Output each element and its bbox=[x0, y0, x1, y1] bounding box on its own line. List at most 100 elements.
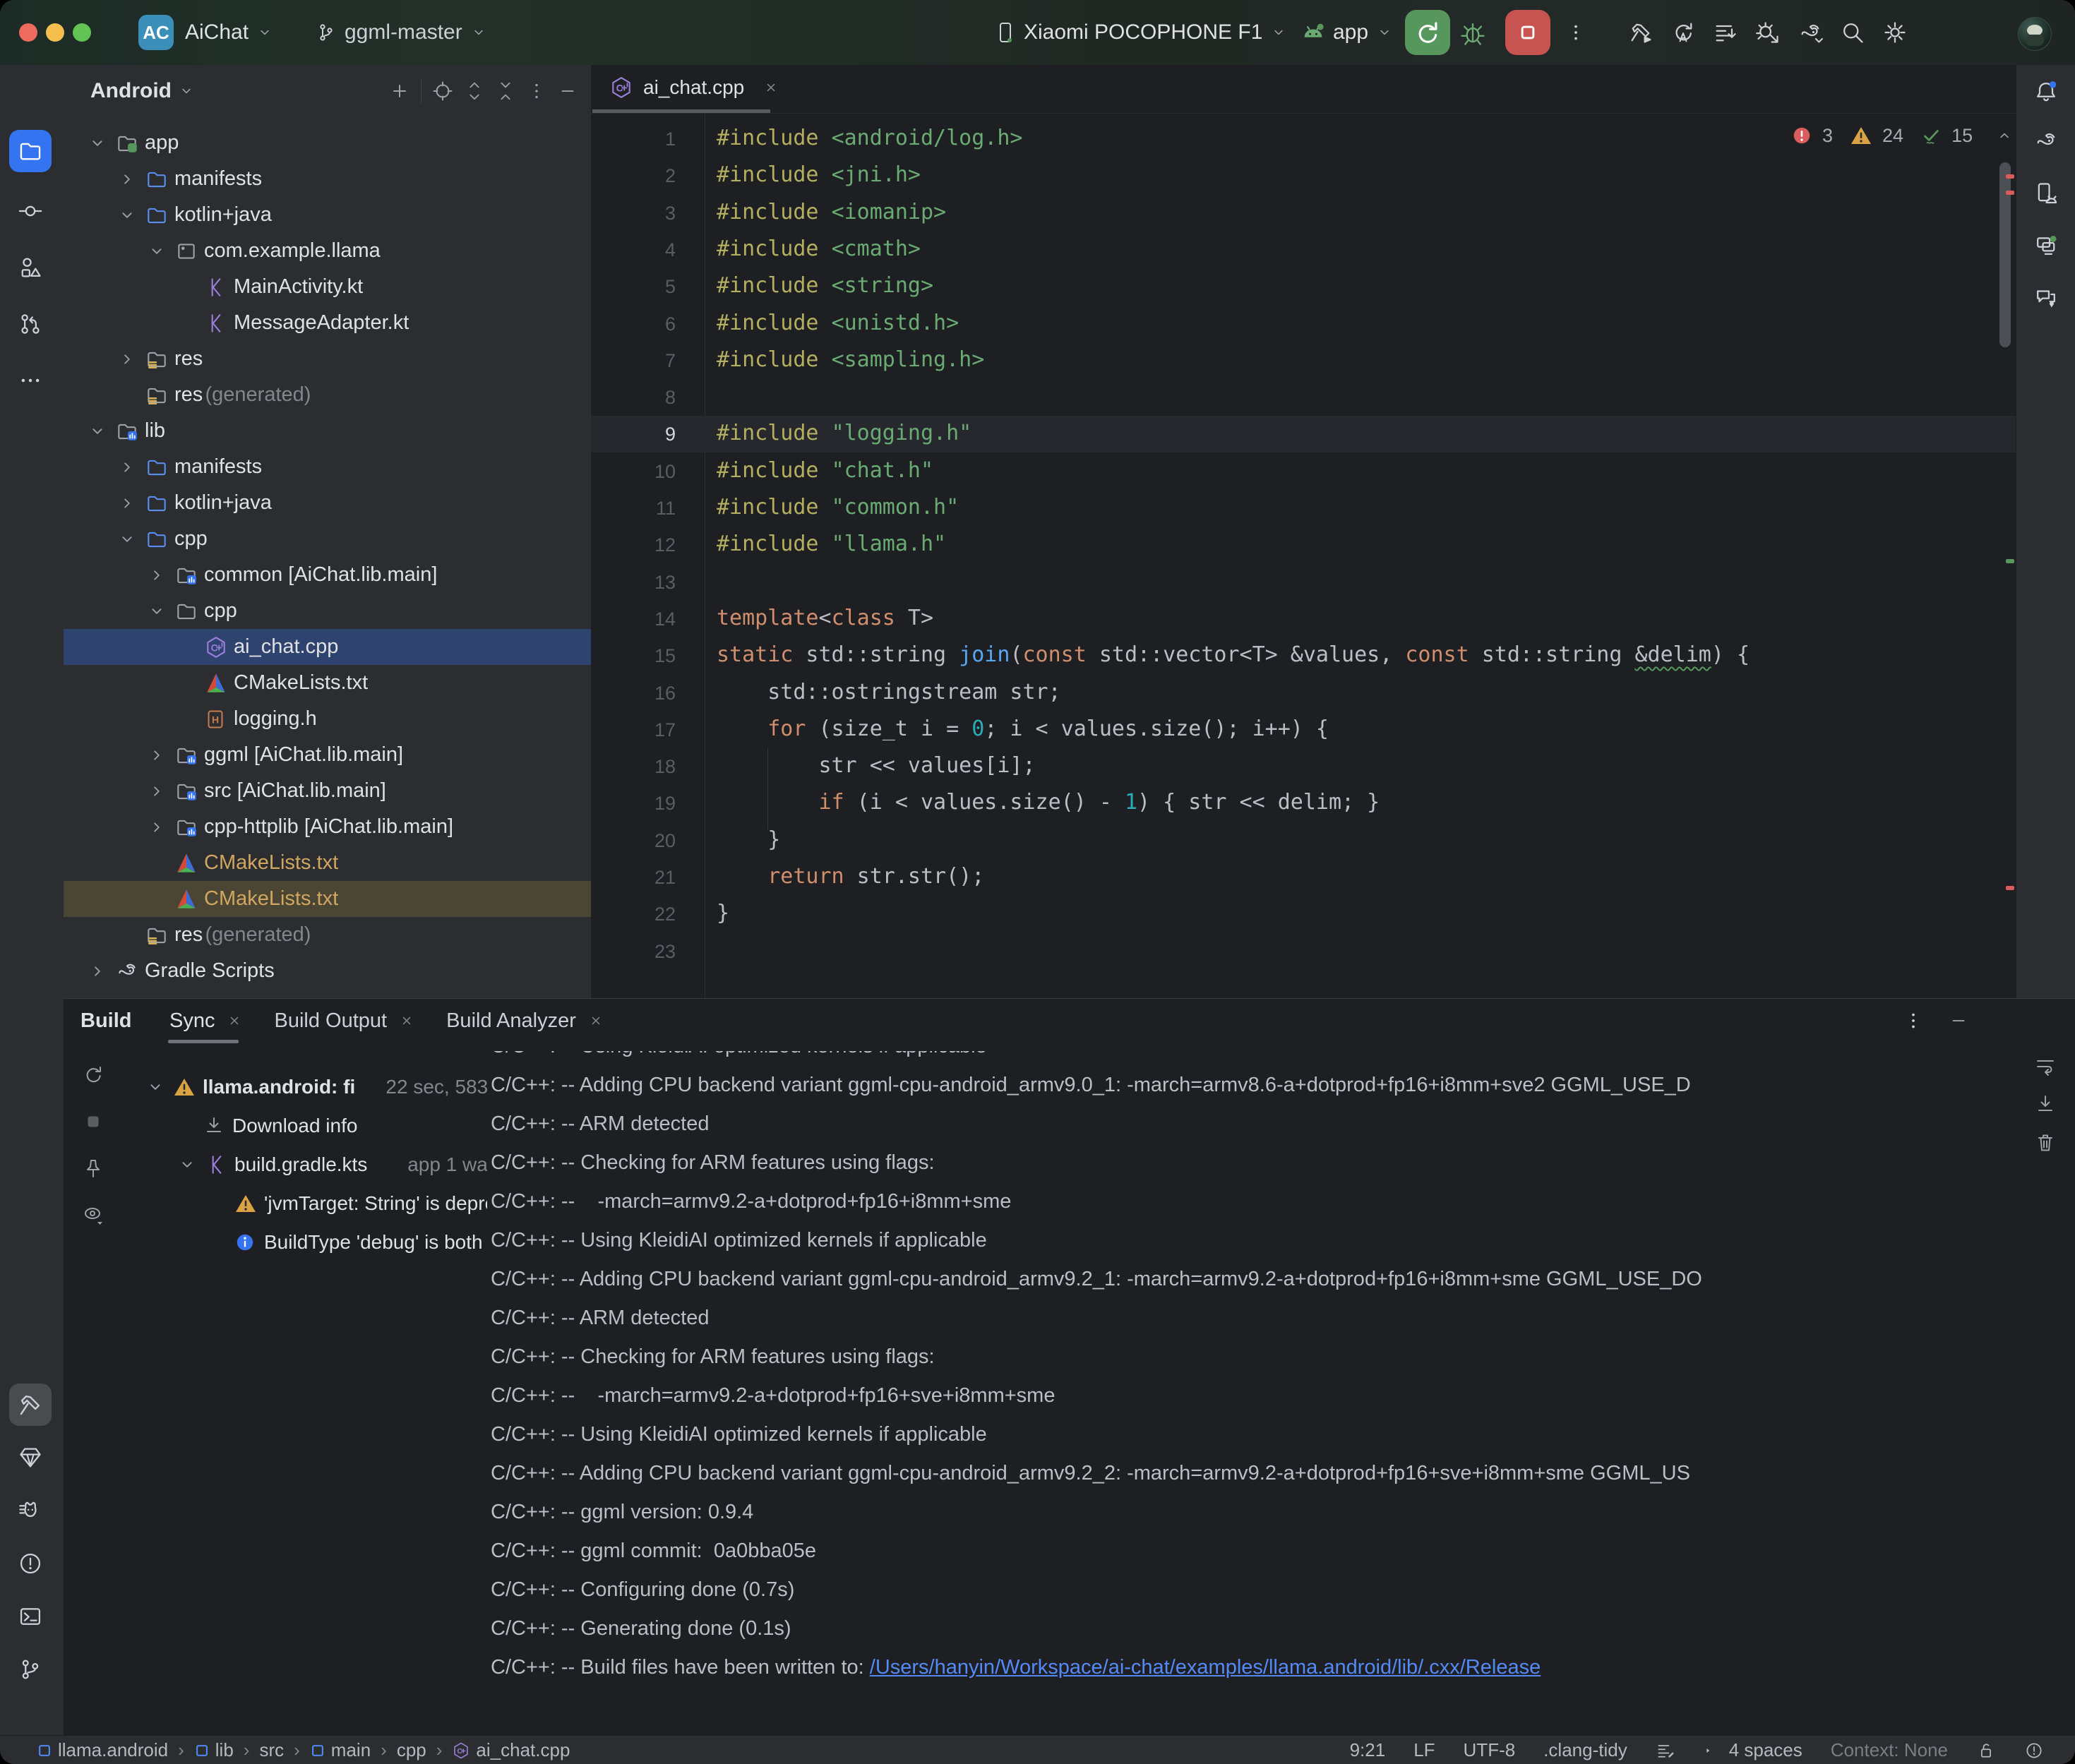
tool-window-button-device-manager[interactable] bbox=[2025, 172, 2067, 215]
tool-window-button-build[interactable] bbox=[9, 1384, 52, 1426]
chevron-down-icon[interactable] bbox=[177, 1154, 198, 1175]
chevron-right-icon[interactable] bbox=[146, 745, 167, 766]
build-tree-item[interactable]: llama.android: fi22 sec, 583 ms bbox=[64, 1067, 487, 1106]
tool-window-button-terminal[interactable] bbox=[9, 1595, 52, 1638]
tool-window-button-problems[interactable] bbox=[9, 1542, 52, 1585]
build-tree-item[interactable]: BuildType 'debug' is both de bbox=[64, 1223, 487, 1261]
vcs-branch-widget[interactable]: ggml-master bbox=[315, 0, 488, 65]
hide-build-panel-icon[interactable] bbox=[1948, 1010, 1969, 1031]
tool-window-button-more-tools[interactable] bbox=[9, 359, 52, 402]
apply-changes-icon[interactable] bbox=[1670, 20, 1696, 45]
tree-item-logging.h[interactable]: Hlogging.h bbox=[64, 701, 591, 737]
settings-icon[interactable] bbox=[1882, 20, 1908, 45]
code-line-22[interactable]: 22} bbox=[591, 896, 2016, 932]
change-stripe-mark[interactable] bbox=[2006, 559, 2014, 563]
chevron-right-icon[interactable] bbox=[146, 817, 167, 838]
code-line-19[interactable]: 19 if (i < values.size() - 1) { str << d… bbox=[591, 785, 2016, 822]
chevron-right-icon[interactable] bbox=[146, 781, 167, 802]
status-widget-utf-8[interactable]: UTF-8 bbox=[1464, 1739, 1516, 1761]
code-line-2[interactable]: 2#include <jni.h> bbox=[591, 157, 2016, 194]
tree-item-common[interactable]: common [AiChat.lib.main] bbox=[64, 557, 591, 593]
chevron-down-icon[interactable] bbox=[116, 205, 138, 226]
tree-item-manifests[interactable]: manifests bbox=[64, 449, 591, 485]
tree-item-MainActivity.kt[interactable]: MainActivity.kt bbox=[64, 269, 591, 305]
project-view-selector[interactable]: Android bbox=[90, 65, 196, 117]
expand-all-icon[interactable] bbox=[464, 80, 485, 102]
chevron-right-icon[interactable] bbox=[116, 169, 138, 190]
status-widget-9-21[interactable]: 9:21 bbox=[1350, 1739, 1386, 1761]
search-icon[interactable] bbox=[1840, 20, 1865, 45]
tree-item-manifests[interactable]: manifests bbox=[64, 161, 591, 197]
close-tab-icon[interactable] bbox=[398, 1012, 415, 1029]
status-widget-context-none[interactable]: Context: None bbox=[1831, 1739, 1948, 1761]
add-icon[interactable] bbox=[388, 80, 411, 102]
code-line-14[interactable]: 14template<class T> bbox=[591, 601, 2016, 637]
run-configuration-selector[interactable]: app bbox=[1300, 0, 1394, 65]
tool-window-button-structure[interactable] bbox=[9, 246, 52, 289]
tree-item-res[interactable]: res (generated) bbox=[64, 377, 591, 413]
chevron-right-icon[interactable] bbox=[116, 457, 138, 478]
tree-item-cpp[interactable]: cpp bbox=[64, 593, 591, 629]
error-stripe-mark[interactable] bbox=[2006, 191, 2014, 195]
build-tab-build-analyzer[interactable]: Build Analyzer bbox=[446, 1009, 604, 1033]
status-widget-lf[interactable]: LF bbox=[1413, 1739, 1435, 1761]
tool-window-button-running-devices[interactable] bbox=[2025, 224, 2067, 267]
code-line-21[interactable]: 21 return str.str(); bbox=[591, 859, 2016, 896]
tree-item-MessageAdapter.kt[interactable]: MessageAdapter.kt bbox=[64, 305, 591, 341]
chevron-down-icon[interactable] bbox=[146, 601, 167, 622]
close-window-button[interactable] bbox=[19, 23, 37, 42]
rerun-button[interactable] bbox=[1405, 10, 1450, 55]
code-line-23[interactable]: 23 bbox=[591, 933, 2016, 970]
device-selector[interactable]: Xiaomi POCOPHONE F1 bbox=[994, 0, 1288, 65]
build-tree-item[interactable]: 'jvmTarget: String' is deprec bbox=[64, 1184, 487, 1223]
profiler-icon[interactable] bbox=[1713, 20, 1738, 45]
tool-window-button-notifications[interactable] bbox=[2025, 71, 2067, 113]
tool-window-button-app-quality-insights[interactable] bbox=[9, 1436, 52, 1479]
tree-item-res[interactable]: res (generated) bbox=[64, 917, 591, 953]
chevron-right-icon[interactable] bbox=[146, 565, 167, 586]
tool-window-button-commit[interactable] bbox=[9, 190, 52, 232]
code-line-7[interactable]: 7#include <sampling.h> bbox=[591, 342, 2016, 379]
attach-debugger-icon[interactable] bbox=[1755, 20, 1781, 45]
build-tab-sync[interactable]: Sync bbox=[169, 1009, 243, 1033]
breadcrumb-item[interactable]: llama.android bbox=[37, 1739, 168, 1761]
tool-window-button-pull-requests[interactable] bbox=[9, 303, 52, 345]
chevron-down-icon[interactable] bbox=[146, 241, 167, 262]
user-avatar[interactable] bbox=[2018, 17, 2052, 51]
build-tree-item[interactable]: build.gradle.ktsapp 1 warning bbox=[64, 1145, 487, 1184]
debug-button[interactable] bbox=[1453, 0, 1493, 65]
tree-item-app[interactable]: app bbox=[64, 125, 591, 161]
build-project-icon[interactable] bbox=[1628, 20, 1654, 45]
status-widget-fmt[interactable] bbox=[1656, 1741, 1675, 1760]
stop-button[interactable] bbox=[1505, 10, 1550, 55]
tree-item-com.example.llama[interactable]: com.example.llama bbox=[64, 233, 591, 269]
code-line-15[interactable]: 15static std::string join(const std::vec… bbox=[591, 637, 2016, 674]
tree-item-CMakeLists.txt[interactable]: CMakeLists.txt bbox=[64, 881, 591, 917]
tree-item-cpp[interactable]: cpp bbox=[64, 521, 591, 557]
chevron-down-icon[interactable] bbox=[116, 529, 138, 550]
status-widget-highlight[interactable] bbox=[2024, 1741, 2044, 1760]
minimize-window-button[interactable] bbox=[46, 23, 64, 42]
code-line-9[interactable]: 9#include "logging.h" bbox=[591, 416, 2016, 452]
chevron-down-icon[interactable] bbox=[87, 421, 108, 442]
code-line-4[interactable]: 4#include <cmath> bbox=[591, 232, 2016, 268]
error-stripe-mark[interactable] bbox=[2006, 886, 2014, 890]
collapse-all-icon[interactable] bbox=[495, 80, 516, 102]
build-console[interactable]: C/C++: -- Using KleidiAI optimized kerne… bbox=[487, 1051, 2071, 1712]
breadcrumb-item[interactable]: cpp bbox=[397, 1739, 426, 1761]
close-tab-icon[interactable] bbox=[226, 1012, 243, 1029]
tool-window-button-project[interactable] bbox=[9, 130, 52, 172]
code-line-8[interactable]: 8 bbox=[591, 379, 2016, 416]
gradle-sync-icon[interactable] bbox=[1798, 20, 1823, 45]
build-tree-item[interactable]: Download info bbox=[64, 1106, 487, 1145]
clear-icon[interactable] bbox=[2034, 1132, 2057, 1154]
tool-window-button-gradle[interactable] bbox=[2025, 120, 2067, 162]
tool-window-button-gemini[interactable] bbox=[2025, 277, 2067, 319]
status-widget-lock[interactable] bbox=[1976, 1741, 1996, 1760]
chevron-right-icon[interactable] bbox=[87, 961, 108, 982]
code-line-18[interactable]: 18 str << values[i]; bbox=[591, 748, 2016, 785]
code-line-20[interactable]: 20 } bbox=[591, 822, 2016, 859]
breadcrumb-item[interactable]: Cai_chat.cpp bbox=[452, 1739, 570, 1761]
close-tab-icon[interactable] bbox=[587, 1012, 604, 1029]
code-line-6[interactable]: 6#include <unistd.h> bbox=[591, 306, 2016, 342]
